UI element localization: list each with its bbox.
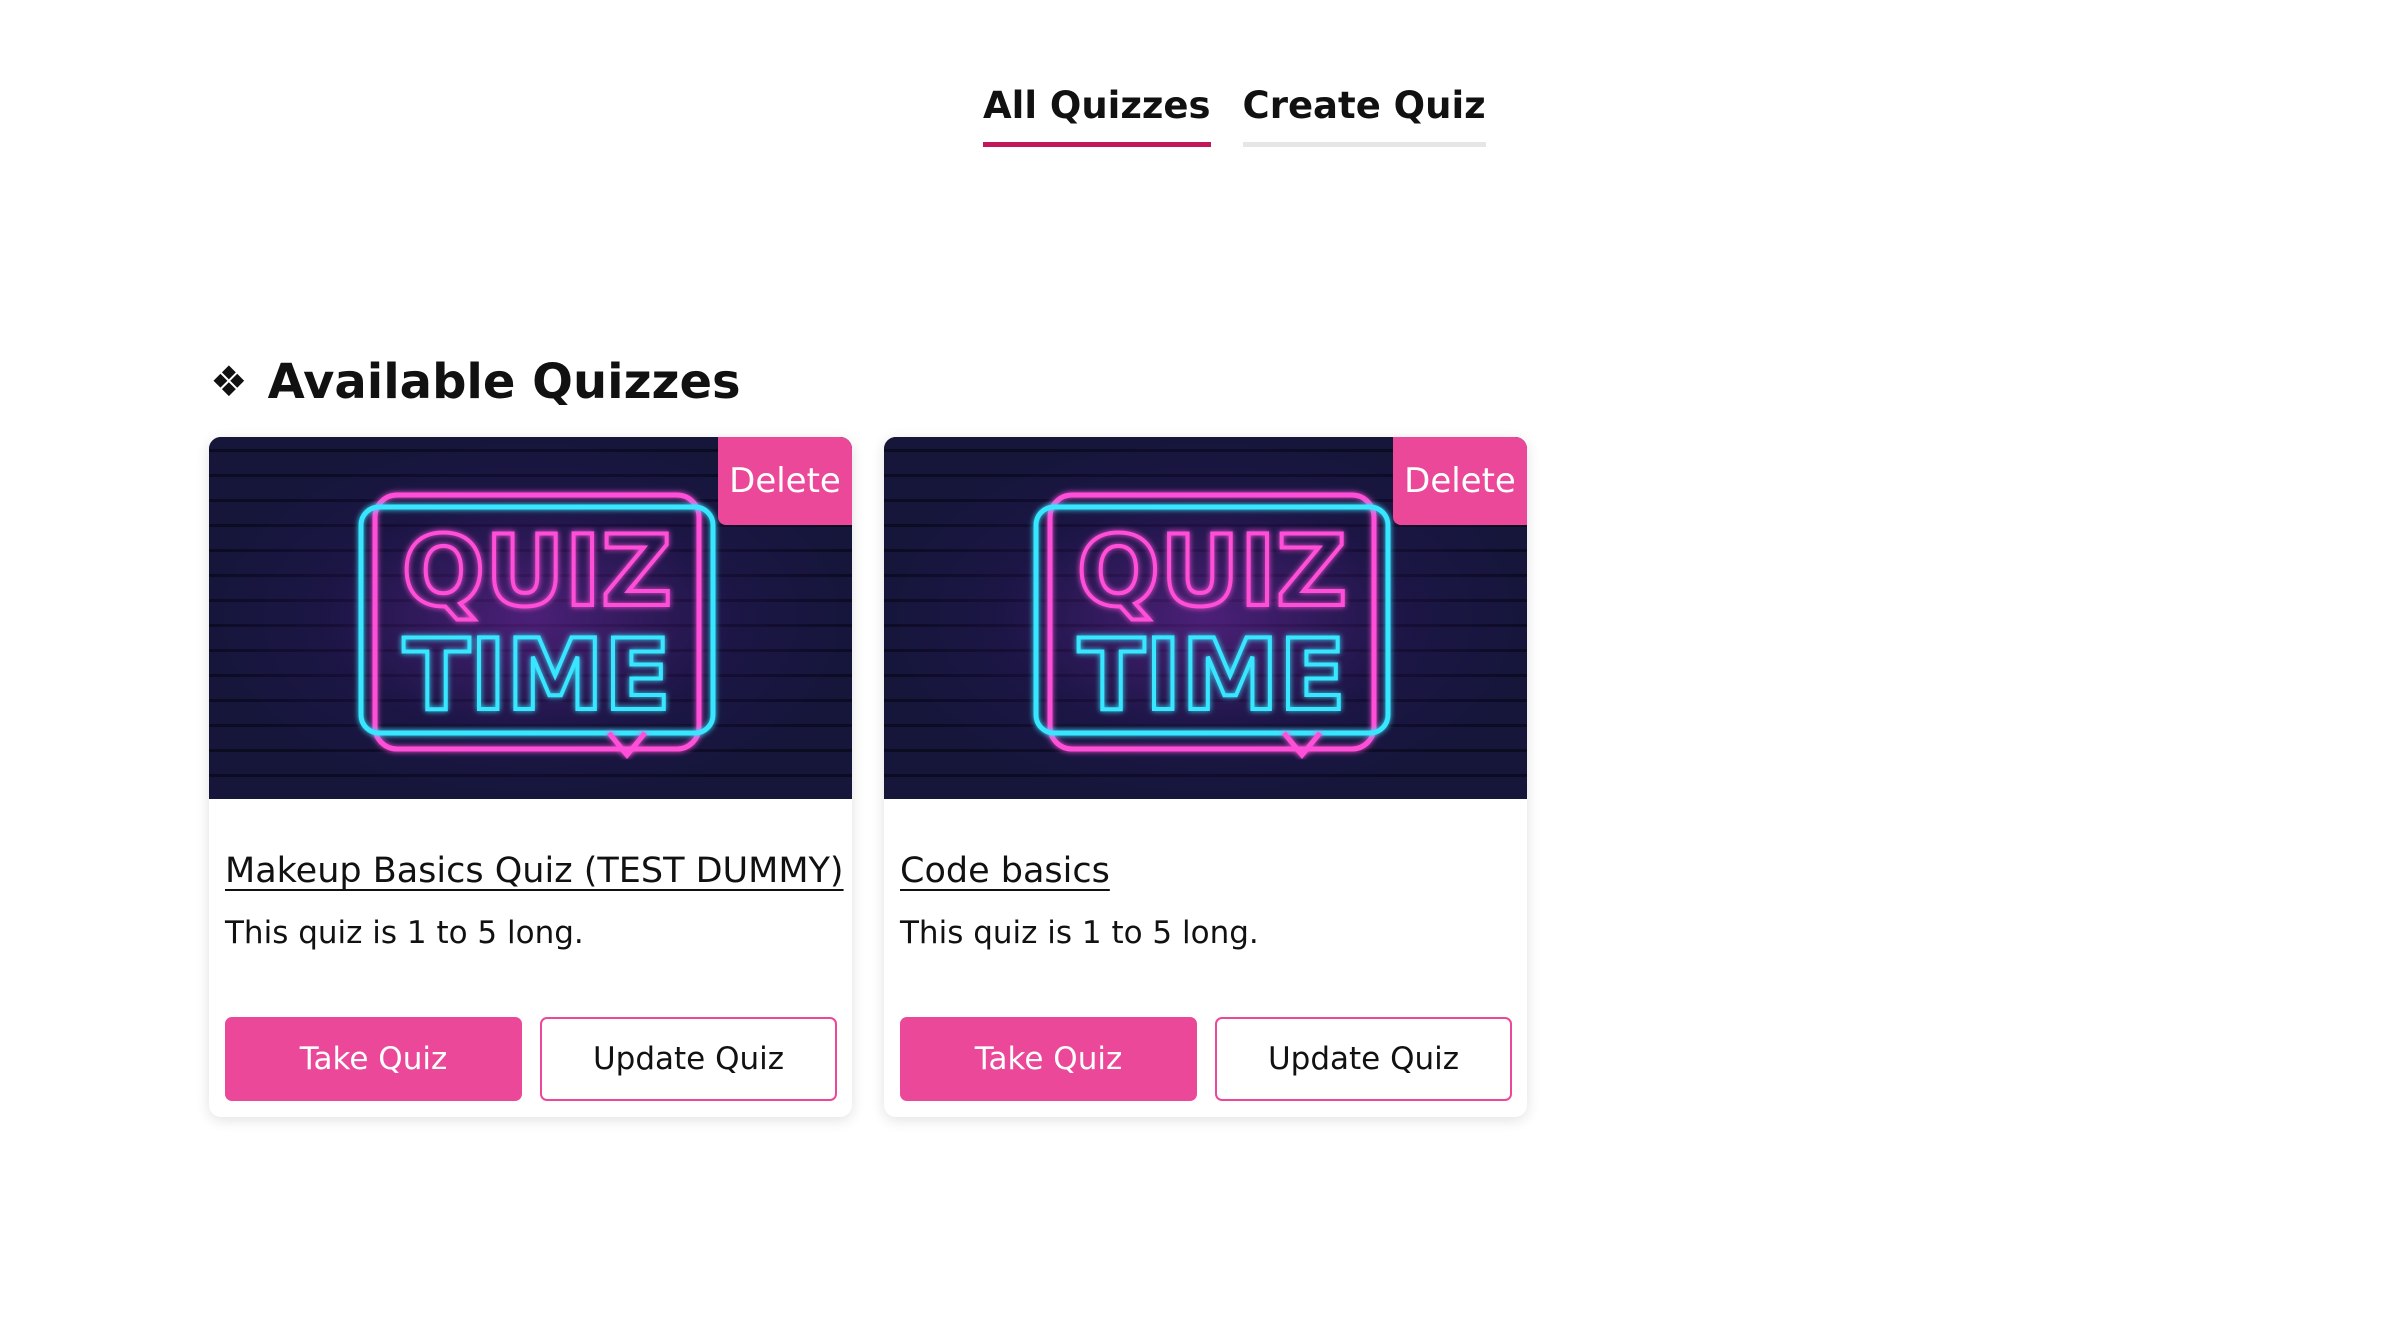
quiz-title-link[interactable]: Code basics	[900, 851, 1110, 891]
delete-quiz-button[interactable]: Delete	[718, 437, 852, 525]
quiz-cover-image: QUIZ TIME Delete	[884, 437, 1527, 799]
svg-text:QUIZ: QUIZ	[1077, 515, 1347, 629]
card-actions: Take Quiz Update Quiz	[900, 1017, 1512, 1101]
nav-all-quizzes[interactable]: All Quizzes	[983, 84, 1211, 148]
svg-text:TIME: TIME	[1078, 619, 1346, 733]
take-quiz-button[interactable]: Take Quiz	[900, 1017, 1197, 1101]
quiz-card-list: QUIZ TIME Delete Makeup Basics Quiz (TES…	[209, 437, 1527, 1117]
nav-create-quiz[interactable]: Create Quiz	[1242, 84, 1486, 148]
update-quiz-button[interactable]: Update Quiz	[1215, 1017, 1512, 1101]
delete-quiz-button[interactable]: Delete	[1393, 437, 1527, 525]
svg-text:TIME: TIME	[403, 619, 671, 733]
top-nav: All Quizzes Create Quiz	[983, 84, 1486, 148]
card-body: Makeup Basics Quiz (TEST DUMMY) This qui…	[209, 799, 852, 951]
quiz-description: This quiz is 1 to 5 long.	[900, 915, 1259, 951]
quiz-card: QUIZ TIME Delete Code basics This quiz i…	[884, 437, 1527, 1117]
quiz-cover-image: QUIZ TIME Delete	[209, 437, 852, 799]
card-actions: Take Quiz Update Quiz	[225, 1017, 837, 1101]
diamond-bullet-icon: ❖	[210, 356, 248, 406]
card-body: Code basics This quiz is 1 to 5 long.	[884, 799, 1527, 951]
quiz-description: This quiz is 1 to 5 long.	[225, 915, 584, 951]
take-quiz-button[interactable]: Take Quiz	[225, 1017, 522, 1101]
svg-text:QUIZ: QUIZ	[402, 515, 672, 629]
page: All Quizzes Create Quiz ❖ Available Quiz…	[0, 0, 2400, 1338]
quiz-card: QUIZ TIME Delete Makeup Basics Quiz (TES…	[209, 437, 852, 1117]
section-title: Available Quizzes	[267, 353, 741, 410]
update-quiz-button[interactable]: Update Quiz	[540, 1017, 837, 1101]
quiz-title-link[interactable]: Makeup Basics Quiz (TEST DUMMY)	[225, 851, 844, 891]
section-heading: ❖ Available Quizzes	[210, 354, 741, 410]
